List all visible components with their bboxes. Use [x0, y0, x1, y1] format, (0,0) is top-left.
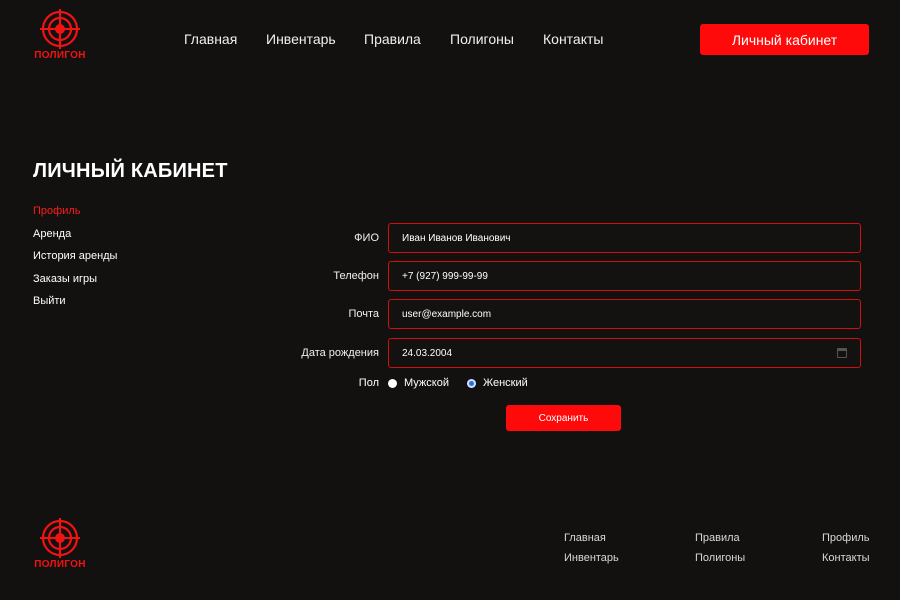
side-menu-item-game-orders[interactable]: Заказы игры	[33, 272, 117, 295]
footer-column-2: Правила Полигоны	[695, 531, 745, 571]
footer-link-rules[interactable]: Правила	[695, 531, 745, 551]
side-menu-item-logout[interactable]: Выйти	[33, 294, 117, 317]
gender-label: Пол	[358, 377, 379, 389]
email-label: Почта	[348, 308, 379, 320]
side-menu-item-profile[interactable]: Профиль	[33, 204, 117, 227]
logo-text: ПОЛИГОН	[34, 50, 86, 61]
side-menu-item-rental-history[interactable]: История аренды	[33, 249, 117, 272]
main-nav: Главная Инвентарь Правила Полигоны Конта…	[184, 31, 603, 47]
phone-label: Телефон	[333, 270, 379, 282]
gender-option-male[interactable]: Мужской	[388, 377, 449, 389]
footer-link-polygons[interactable]: Полигоны	[695, 551, 745, 571]
footer-logo[interactable]: ПОЛИГОН	[32, 518, 88, 570]
footer-link-home[interactable]: Главная	[564, 531, 619, 551]
phone-input[interactable]	[388, 261, 861, 291]
nav-item-polygons[interactable]: Полигоны	[450, 31, 543, 47]
nav-item-contacts[interactable]: Контакты	[543, 31, 603, 47]
birthdate-value: 24.03.2004	[402, 347, 453, 359]
save-button[interactable]: Сохранить	[506, 405, 621, 431]
nav-item-inventory[interactable]: Инвентарь	[266, 31, 364, 47]
fio-input[interactable]	[388, 223, 861, 253]
birthdate-label: Дата рождения	[301, 347, 379, 359]
gender-option-female[interactable]: Женский	[466, 377, 528, 389]
target-logo-icon	[40, 518, 80, 558]
target-logo-icon	[40, 9, 80, 49]
radio-female[interactable]	[466, 378, 476, 388]
footer-link-contacts[interactable]: Контакты	[822, 551, 870, 571]
phone-row: Телефон	[250, 261, 870, 291]
footer-column-3: Профиль Контакты	[822, 531, 870, 571]
personal-cabinet-button[interactable]: Личный кабинет	[700, 24, 869, 55]
email-row: Почта	[250, 299, 870, 329]
email-input[interactable]	[388, 299, 861, 329]
footer-column-1: Главная Инвентарь	[564, 531, 619, 571]
calendar-icon[interactable]	[837, 348, 847, 358]
nav-item-home[interactable]: Главная	[184, 31, 266, 47]
fio-row: ФИО	[250, 223, 870, 253]
profile-side-menu: Профиль Аренда История аренды Заказы игр…	[33, 204, 117, 317]
logo-text: ПОЛИГОН	[34, 559, 86, 570]
page-title: ЛИЧНЫЙ КАБИНЕТ	[33, 160, 228, 182]
footer-link-inventory[interactable]: Инвентарь	[564, 551, 619, 571]
birthdate-row: Дата рождения 24.03.2004	[250, 338, 870, 368]
footer-link-profile[interactable]: Профиль	[822, 531, 870, 551]
nav-item-rules[interactable]: Правила	[364, 31, 450, 47]
header-logo[interactable]: ПОЛИГОН	[32, 9, 88, 61]
gender-option-female-label: Женский	[482, 377, 528, 389]
gender-option-male-label: Мужской	[404, 377, 449, 389]
fio-label: ФИО	[354, 232, 379, 244]
side-menu-item-rental[interactable]: Аренда	[33, 227, 117, 250]
radio-male[interactable]	[388, 378, 397, 388]
birthdate-input[interactable]: 24.03.2004	[388, 338, 861, 368]
gender-row: Пол Мужской Женский	[250, 374, 546, 392]
